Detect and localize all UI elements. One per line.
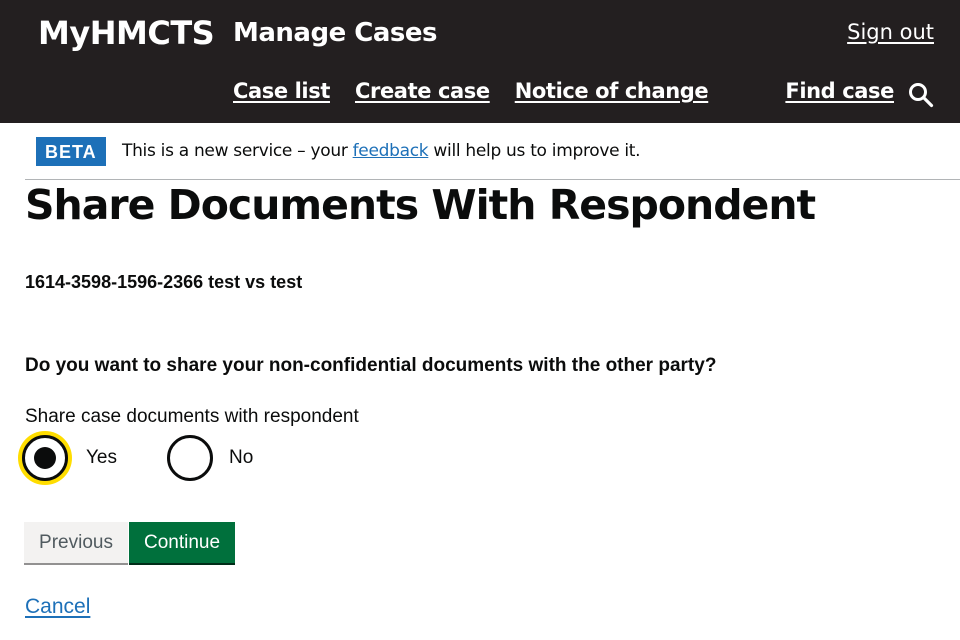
nav-find-case[interactable]: Find case — [785, 79, 894, 103]
radio-yes-circle[interactable] — [22, 435, 68, 481]
beta-banner-text: This is a new service – your feedback wi… — [122, 141, 641, 161]
feedback-link[interactable]: feedback — [353, 141, 429, 161]
radio-yes-label[interactable]: Yes — [86, 447, 117, 469]
sign-out-link[interactable]: Sign out — [847, 20, 934, 44]
radio-selected-dot — [34, 447, 56, 469]
nav-case-list[interactable]: Case list — [233, 79, 330, 103]
brand-logo[interactable]: MyHMCTS — [38, 14, 215, 52]
previous-button[interactable]: Previous — [24, 522, 128, 563]
page-title: Share Documents With Respondent — [25, 181, 816, 229]
cancel-link[interactable]: Cancel — [25, 595, 90, 619]
site-header: MyHMCTS Manage Cases Sign out Case list … — [0, 0, 960, 123]
beta-text-before: This is a new service – your — [122, 141, 353, 161]
search-icon[interactable] — [908, 82, 934, 108]
field-label: Share case documents with respondent — [25, 406, 359, 427]
case-reference: 1614-3598-1596-2366 test vs test — [25, 272, 303, 292]
radio-no-circle[interactable] — [167, 435, 213, 481]
nav-create-case[interactable]: Create case — [355, 79, 490, 103]
primary-nav: Case list Create case Notice of change — [233, 79, 709, 103]
radio-no[interactable]: No — [167, 435, 253, 481]
beta-tag: BETA — [36, 137, 106, 166]
continue-button[interactable]: Continue — [129, 522, 235, 563]
beta-banner: BETA This is a new service – your feedba… — [25, 124, 960, 180]
beta-text-after: will help us to improve it. — [428, 141, 641, 161]
service-name[interactable]: Manage Cases — [233, 18, 437, 48]
radio-yes[interactable]: Yes — [22, 435, 117, 481]
radio-no-label[interactable]: No — [229, 447, 253, 469]
question-heading: Do you want to share your non-confidenti… — [25, 355, 717, 376]
nav-notice-of-change[interactable]: Notice of change — [515, 79, 709, 103]
